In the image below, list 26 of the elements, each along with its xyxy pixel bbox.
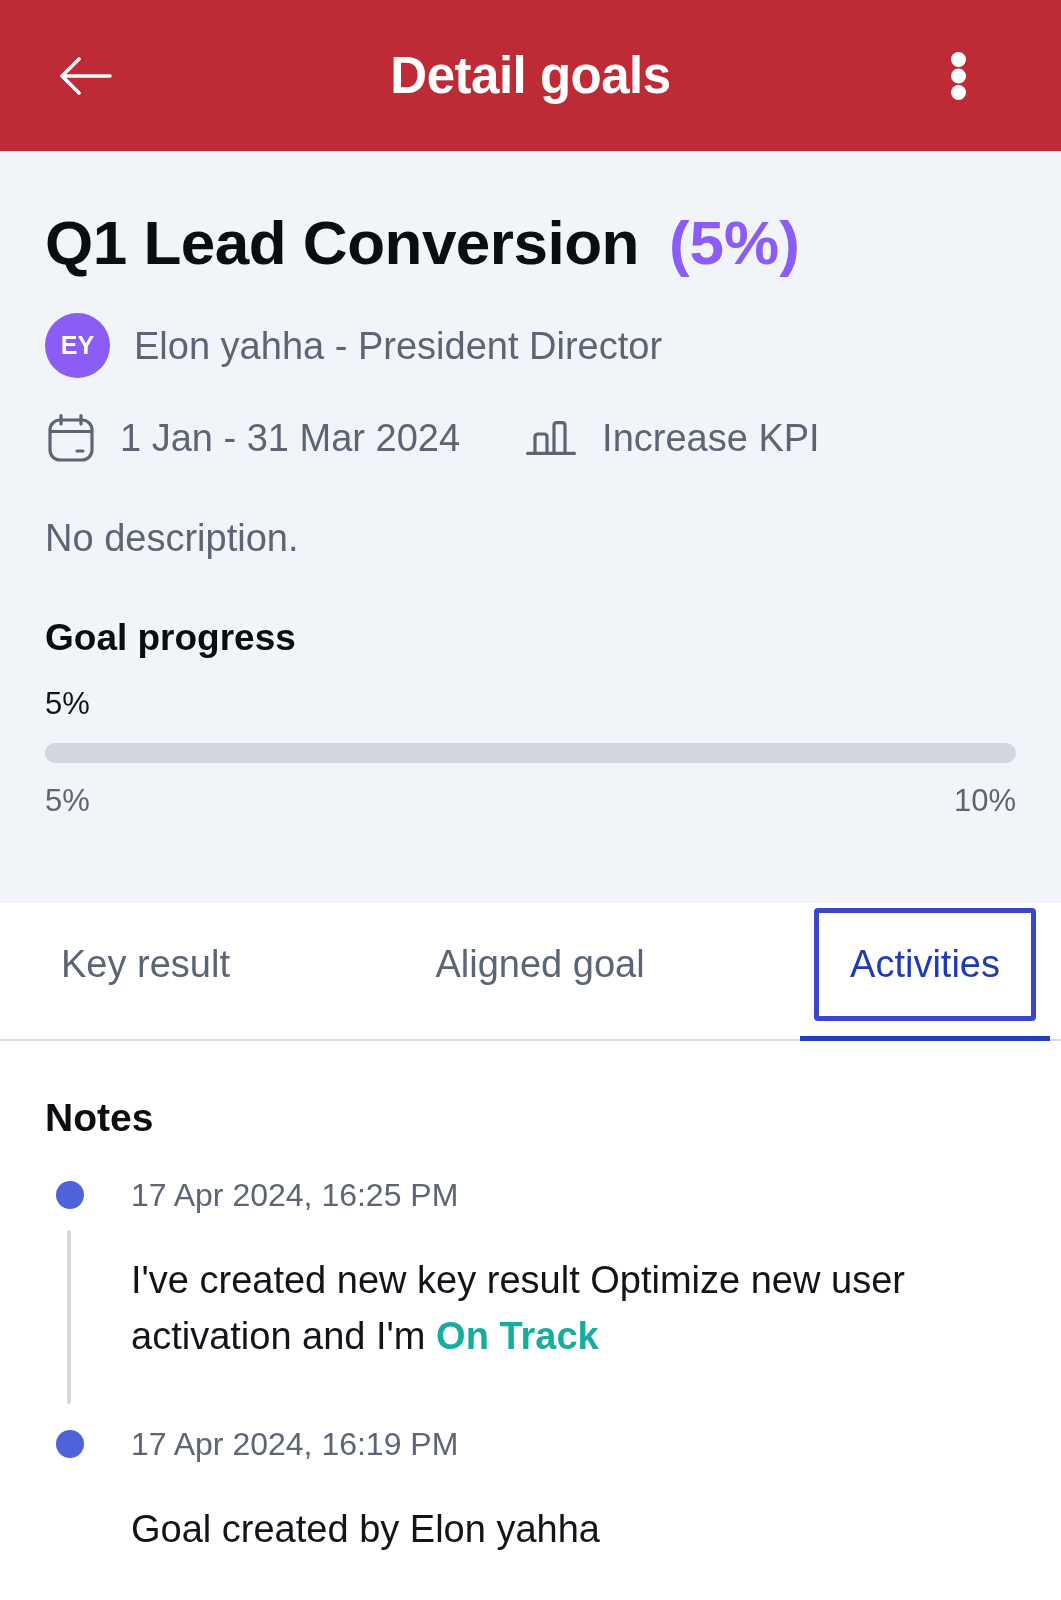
goal-period: 1 Jan - 31 Mar 2024: [120, 416, 461, 460]
bar-chart-icon: [526, 421, 577, 455]
range-start: 5%: [45, 783, 90, 819]
goal-type: Increase KPI: [602, 416, 820, 460]
section-heading: Notes: [45, 1095, 155, 1141]
timeline-dot-icon: [56, 1181, 84, 1209]
screen-title: Detail goals: [390, 45, 671, 106]
range-target: 10%: [953, 783, 1016, 819]
back-arrow-icon[interactable]: [60, 56, 112, 95]
tab[interactable]: Key result: [11, 903, 280, 1041]
goal-description: No description.: [45, 516, 300, 560]
tab[interactable]: Aligned goal: [385, 903, 695, 1041]
more-menu-icon[interactable]: [950, 50, 967, 101]
note-timestamp: 17 Apr 2024, 16:25 PM: [131, 1176, 460, 1214]
owner-name: Elon yahha - President Director: [134, 323, 663, 368]
note-text: I've created new key result Optimize new user activation and I'm On Track: [131, 1258, 906, 1359]
progress-value: 5%: [45, 686, 91, 722]
timeline-dot-icon: [56, 1430, 84, 1458]
section-heading: Goal progress: [45, 616, 297, 660]
calendar-icon: [48, 414, 94, 462]
user-avatar: EY: [45, 313, 110, 378]
goal-title: Q1 Lead Conversion: [45, 207, 639, 279]
note-text: Goal created by Elon yahha: [131, 1507, 601, 1552]
note-timestamp: 17 Apr 2024, 16:19 PM: [131, 1425, 460, 1463]
tab[interactable]: Activities: [800, 903, 1050, 1041]
goal-percent: (5%): [668, 207, 800, 279]
